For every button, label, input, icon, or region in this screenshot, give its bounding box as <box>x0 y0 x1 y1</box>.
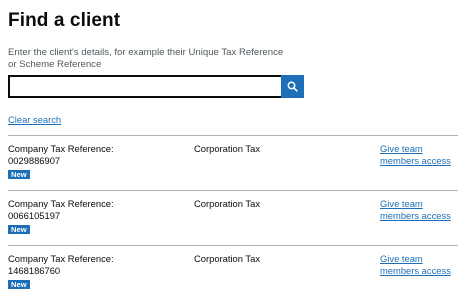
tax-reference-value: 1468186760 <box>8 265 61 276</box>
client-row: Company Tax Reference: 0029886907 New Co… <box>8 135 458 190</box>
search-hint: Enter the client's details, for example … <box>8 47 284 70</box>
tax-service: Corporation Tax <box>194 253 261 264</box>
tax-reference-value: 0029886907 <box>8 155 61 166</box>
client-row: Company Tax Reference: 1468186760 New Co… <box>8 245 458 295</box>
search-input[interactable] <box>8 75 281 98</box>
clear-search-link[interactable]: Clear search <box>8 114 61 126</box>
tax-reference-value: 0066105197 <box>8 210 61 221</box>
search-bar <box>8 75 304 98</box>
new-tag: New <box>8 225 30 234</box>
client-row: Company Tax Reference: 0066105197 New Co… <box>8 190 458 245</box>
search-button[interactable] <box>281 75 304 98</box>
tax-service: Corporation Tax <box>194 143 261 154</box>
new-tag: New <box>8 280 30 289</box>
tax-reference-label: Company Tax Reference: <box>8 198 114 209</box>
new-tag: New <box>8 170 30 179</box>
page: Find a client Enter the client's details… <box>0 0 474 295</box>
tax-reference-label: Company Tax Reference: <box>8 253 114 264</box>
give-team-members-access-link[interactable]: Give team members access <box>380 253 464 277</box>
page-title: Find a client <box>8 10 121 31</box>
tax-service: Corporation Tax <box>194 198 261 209</box>
client-results: Company Tax Reference: 0029886907 New Co… <box>8 135 458 295</box>
tax-reference-label: Company Tax Reference: <box>8 143 114 154</box>
give-team-members-access-link[interactable]: Give team members access <box>380 198 464 222</box>
give-team-members-access-link[interactable]: Give team members access <box>380 143 464 167</box>
search-icon <box>287 81 298 92</box>
